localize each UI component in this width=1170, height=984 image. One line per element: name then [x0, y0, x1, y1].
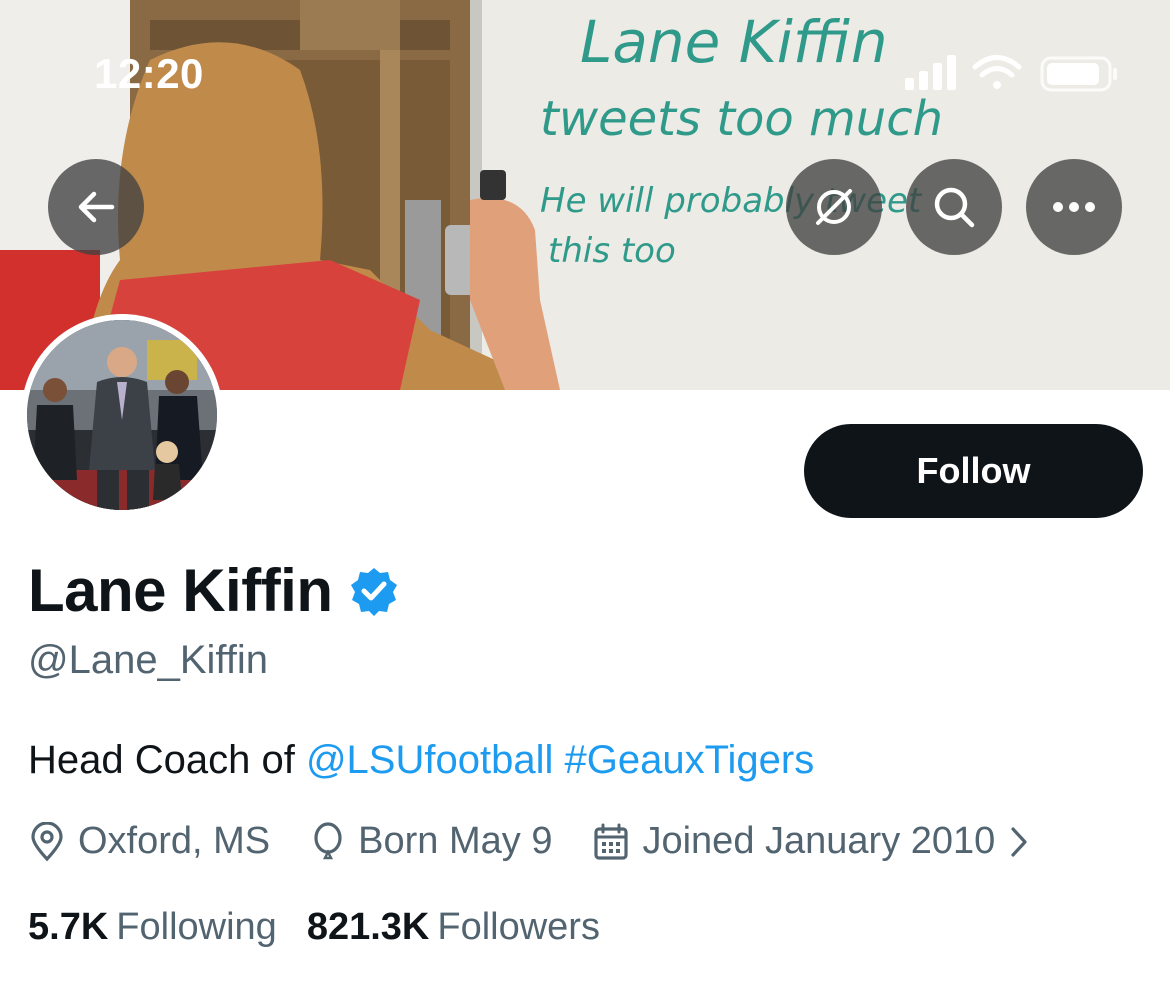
avatar[interactable]: [21, 314, 223, 516]
balloon-icon: [314, 821, 342, 859]
bio-mention-link[interactable]: @LSUfootball: [306, 738, 553, 782]
search-icon: [934, 187, 975, 228]
following-stat[interactable]: 5.7K Following: [28, 906, 277, 949]
following-count: 5.7K: [28, 906, 109, 948]
ellipsis-icon: [1053, 202, 1095, 212]
handle: @Lane_Kiffin: [28, 638, 269, 682]
cellular-signal-icon: [905, 55, 956, 90]
follow-button[interactable]: Follow: [804, 424, 1143, 518]
status-time: 12:20: [94, 50, 204, 97]
calendar-icon: [594, 823, 629, 860]
svg-text:Lane Kiffin: Lane Kiffin: [580, 8, 888, 76]
arrow-left-icon: [78, 191, 115, 223]
more-button[interactable]: [1026, 159, 1122, 255]
location: Oxford, MS: [28, 820, 270, 863]
back-button[interactable]: [48, 159, 144, 255]
birthday-text: Born May 9: [358, 820, 553, 862]
display-name: Lane Kiffin: [28, 557, 333, 624]
chevron-right-icon: [1011, 826, 1027, 857]
svg-text:this too: this too: [548, 231, 676, 271]
birthday: Born May 9: [310, 820, 552, 863]
verified-badge-icon[interactable]: [349, 566, 399, 616]
avatar-photo: [27, 320, 217, 510]
hide-banner-button[interactable]: [786, 159, 882, 255]
bio-text: Head Coach of: [28, 738, 306, 782]
location-text: Oxford, MS: [78, 820, 271, 862]
follow-stats: 5.7K Following 821.3K Followers: [28, 906, 630, 949]
eye-slash-icon: [816, 189, 852, 225]
name-row: Lane Kiffin: [28, 556, 399, 625]
followers-stat[interactable]: 821.3K Followers: [307, 906, 600, 949]
svg-text:tweets too much: tweets too much: [540, 91, 943, 147]
bio-hashtag-link[interactable]: #GeauxTigers: [564, 738, 814, 782]
bio-space: [553, 738, 564, 782]
bio: Head Coach of @LSUfootball #GeauxTigers: [28, 738, 814, 783]
joined[interactable]: Joined January 2010: [592, 820, 1041, 863]
followers-count: 821.3K: [306, 906, 430, 948]
status-icons: [905, 55, 1117, 92]
search-button[interactable]: [906, 159, 1002, 255]
wifi-icon: [972, 55, 1022, 89]
location-pin-icon: [31, 821, 63, 861]
following-label: Following: [116, 906, 277, 948]
battery-icon: [1040, 56, 1117, 92]
joined-text: Joined January 2010: [642, 820, 996, 862]
profile-meta: Oxford, MS Born May 9 Joined January 201…: [28, 820, 1081, 863]
followers-label: Followers: [437, 906, 600, 948]
